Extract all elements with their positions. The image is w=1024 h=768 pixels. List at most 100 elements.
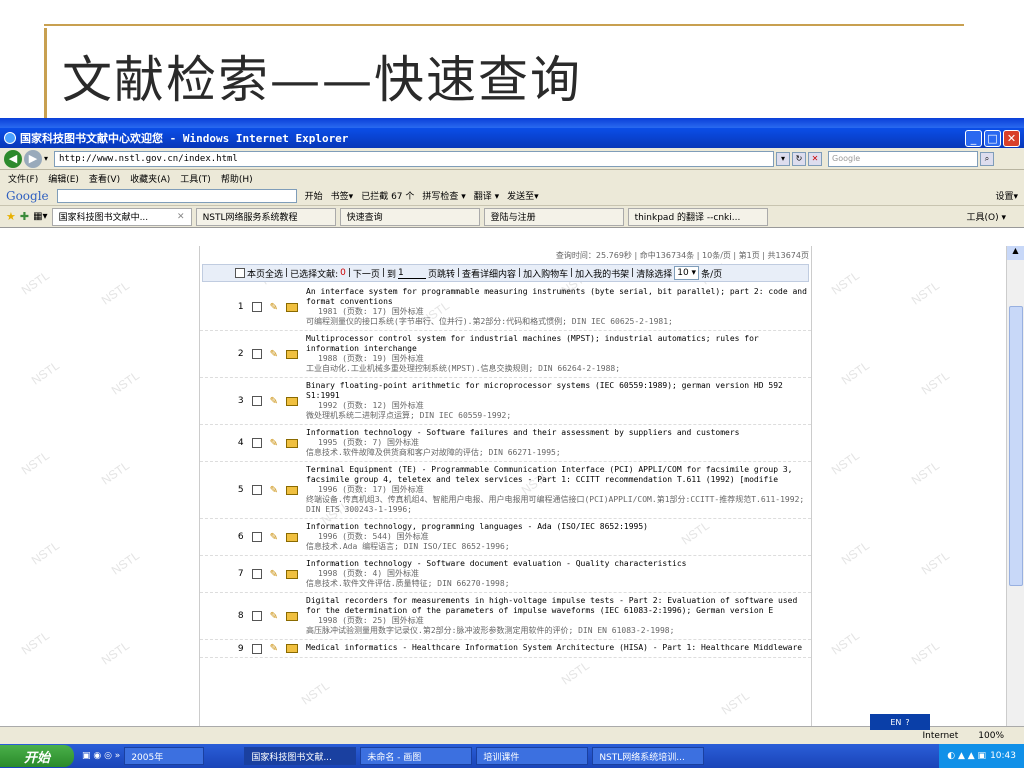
result-title[interactable]: Medical informatics - Healthcare Informa…: [306, 643, 809, 653]
taskbar-item-paint[interactable]: 未命名 - 画图: [360, 747, 473, 765]
detail-pen-icon[interactable]: ✎: [270, 302, 278, 313]
search-input[interactable]: Google: [828, 150, 979, 167]
url-input[interactable]: http://www.nstl.gov.cn/index.html: [54, 150, 775, 167]
result-checkbox[interactable]: [251, 643, 262, 654]
detail-pen-icon[interactable]: ✎: [270, 643, 278, 654]
result-title[interactable]: Terminal Equipment (TE) - Programmable C…: [306, 465, 809, 485]
result-title[interactable]: Multiprocessor control system for indust…: [306, 334, 809, 354]
result-title[interactable]: An interface system for programmable mea…: [306, 287, 809, 307]
zoom-level[interactable]: 100%: [978, 731, 1004, 741]
url-dropdown-icon[interactable]: ▾: [776, 151, 791, 166]
clear-selection-link[interactable]: 清除选择: [636, 267, 672, 280]
stop-icon[interactable]: ✕: [808, 151, 823, 166]
select-all-label[interactable]: 本页全选: [247, 267, 283, 280]
result-checkbox[interactable]: [251, 611, 262, 621]
tools-menu[interactable]: 工具(O) ▾: [967, 210, 1007, 223]
result-title[interactable]: Binary floating-point arithmetic for mic…: [306, 381, 809, 401]
minimize-icon[interactable]: _: [965, 130, 982, 147]
refresh-icon[interactable]: ↻: [792, 151, 807, 166]
back-icon[interactable]: ◀: [4, 149, 22, 168]
menu-view[interactable]: 查看(V): [89, 172, 120, 185]
nav-history-dropdown[interactable]: ▾: [44, 154, 48, 163]
result-title[interactable]: Information technology - Software docume…: [306, 559, 809, 569]
result-checkbox[interactable]: [251, 569, 262, 579]
result-checkbox[interactable]: [251, 302, 262, 312]
translate-button[interactable]: 翻译 ▾: [474, 189, 499, 202]
google-toolbar: Google 开始 书签▾ 已拦截 67 个 拼写检查 ▾ 翻译 ▾ 发送至▾ …: [0, 186, 1024, 206]
result-body: Information technology, programming lang…: [306, 522, 811, 552]
bookmarks-button[interactable]: 书签▾: [331, 189, 354, 202]
cart-box-icon[interactable]: [286, 302, 298, 312]
taskbar-item-ie[interactable]: 国家科技图书文献...: [244, 747, 357, 765]
scroll-thumb[interactable]: [1009, 306, 1023, 586]
tab-quick-search[interactable]: 快速查询: [339, 207, 480, 226]
result-title[interactable]: Information technology, programming lang…: [306, 522, 809, 532]
tab-nstl-home[interactable]: 国家科技图书文献中... ✕: [51, 207, 192, 226]
search-icon[interactable]: ⌕: [980, 151, 995, 166]
result-checkbox[interactable]: [251, 438, 262, 448]
next-page-link[interactable]: 下一页: [353, 267, 380, 280]
cart-box-icon[interactable]: [286, 396, 298, 406]
add-cart-link[interactable]: 加入购物车: [523, 267, 568, 280]
result-checkbox[interactable]: [251, 396, 262, 406]
send-to-button[interactable]: 发送至▾: [507, 189, 539, 202]
start-button[interactable]: 开始: [0, 745, 74, 767]
forward-icon[interactable]: ▶: [24, 149, 42, 168]
result-title[interactable]: Digital recorders for measurements in hi…: [306, 596, 809, 616]
scroll-up-icon[interactable]: ▲: [1007, 246, 1024, 260]
favorites-star-icon[interactable]: ★: [6, 210, 16, 223]
detail-pen-icon[interactable]: ✎: [270, 611, 278, 622]
menu-file[interactable]: 文件(F): [8, 172, 38, 185]
quicklaunch-icons[interactable]: ▣ ◉ ◎ »: [82, 751, 120, 761]
result-checkbox[interactable]: [251, 349, 262, 359]
cart-box-icon[interactable]: [286, 349, 298, 359]
settings-button[interactable]: 设置▾: [995, 189, 1018, 202]
result-checkbox[interactable]: [251, 485, 262, 495]
taskbar-item-ppt2[interactable]: NSTL网络系统培训...: [592, 747, 705, 765]
select-all-checkbox[interactable]: [235, 268, 245, 278]
cart-box-icon[interactable]: [286, 569, 298, 579]
goto-page-input[interactable]: 1: [397, 268, 426, 279]
detail-pen-icon[interactable]: ✎: [270, 396, 278, 407]
vertical-scrollbar[interactable]: ▲: [1006, 246, 1024, 726]
add-shelf-link[interactable]: 加入我的书架: [575, 267, 629, 280]
tray-icons[interactable]: ◐ ▲ ▲ ▣: [947, 751, 986, 761]
detail-pen-icon[interactable]: ✎: [270, 349, 278, 360]
result-checkbox[interactable]: [251, 532, 262, 542]
help-icon[interactable]: ?: [905, 718, 909, 727]
menu-favorites[interactable]: 收藏夹(A): [130, 172, 170, 185]
detail-pen-icon[interactable]: ✎: [270, 438, 278, 449]
cart-box-icon[interactable]: [286, 485, 298, 495]
cart-box-icon[interactable]: [286, 644, 298, 653]
spellcheck-button[interactable]: 拼写检查 ▾: [422, 189, 465, 202]
popup-blocked[interactable]: 已拦截 67 个: [361, 189, 414, 202]
tab-close-icon[interactable]: ✕: [177, 212, 185, 222]
cart-box-icon[interactable]: [286, 611, 298, 621]
tab-nstl-tutorial[interactable]: NSTL网络服务系统教程: [195, 207, 336, 226]
ime-indicator[interactable]: EN?: [870, 714, 930, 730]
zone-label: Internet: [922, 730, 959, 741]
close-icon[interactable]: ✕: [1003, 130, 1020, 147]
tab-thinkpad-translate[interactable]: thinkpad 的翻译 --cnki...: [627, 207, 768, 226]
cart-box-icon[interactable]: [286, 532, 298, 542]
taskbar-item-ppt1[interactable]: 培训课件: [476, 747, 589, 765]
detail-pen-icon[interactable]: ✎: [270, 569, 278, 580]
result-title[interactable]: Information technology - Software failur…: [306, 428, 809, 438]
goto-page-button[interactable]: 页跳转: [428, 267, 455, 280]
menu-help[interactable]: 帮助(H): [221, 172, 253, 185]
maximize-icon[interactable]: □: [984, 130, 1001, 147]
window-titlebar[interactable]: 国家科技图书文献中心欢迎您 - Windows Internet Explore…: [0, 128, 1024, 148]
detail-pen-icon[interactable]: ✎: [270, 532, 278, 543]
view-detail-link[interactable]: 查看详细内容: [462, 267, 516, 280]
cart-box-icon[interactable]: [286, 438, 298, 448]
quick-tabs-icon[interactable]: ▦▾: [33, 211, 47, 222]
detail-pen-icon[interactable]: ✎: [270, 485, 278, 496]
taskbar-item-folder[interactable]: 2005年: [124, 747, 205, 765]
google-start[interactable]: 开始: [305, 189, 323, 202]
menu-edit[interactable]: 编辑(E): [48, 172, 79, 185]
add-favorite-icon[interactable]: ✚: [20, 210, 29, 223]
google-search-input[interactable]: [56, 188, 297, 203]
per-page-select[interactable]: 10 ▾: [674, 266, 700, 280]
menu-tools[interactable]: 工具(T): [180, 172, 211, 185]
tab-login[interactable]: 登陆与注册: [483, 207, 624, 226]
